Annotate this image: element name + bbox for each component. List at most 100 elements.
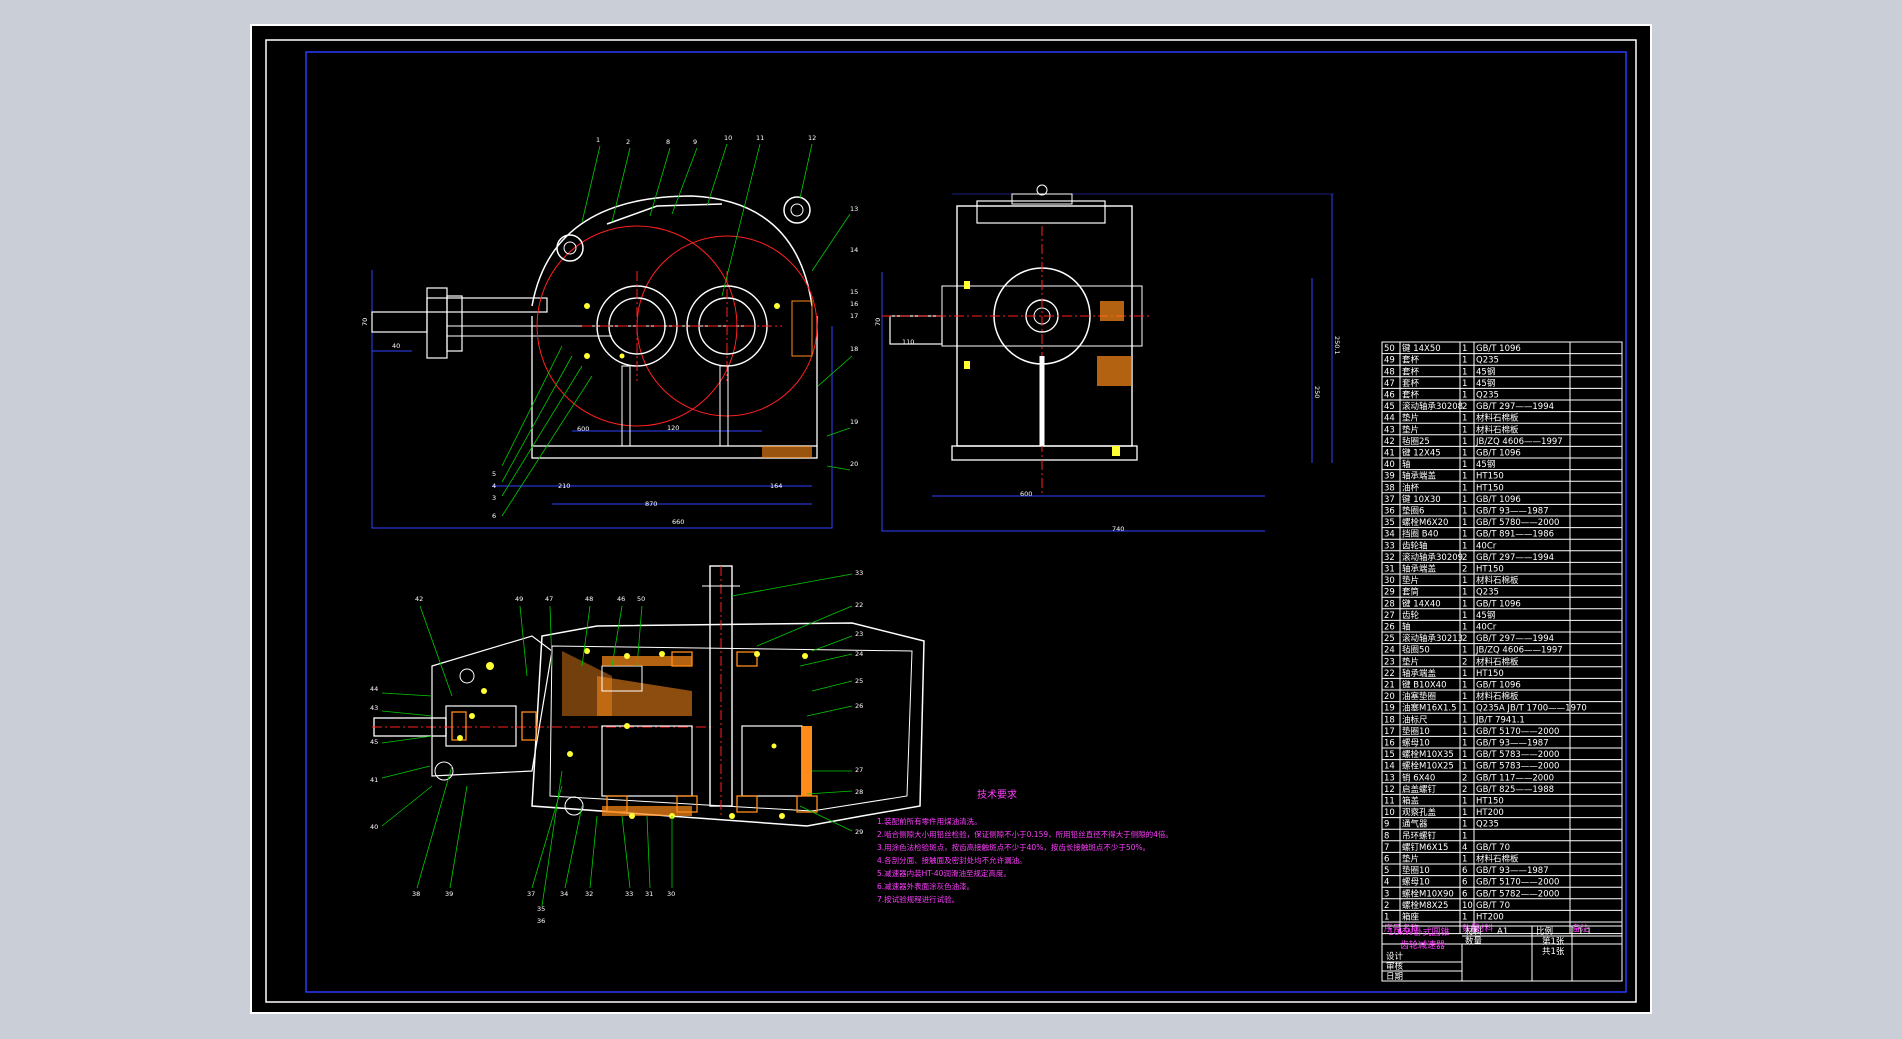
bom-cell: GB/T 5170——2000	[1476, 727, 1559, 737]
bom-cell: 1	[1462, 437, 1467, 447]
svg-text:17: 17	[850, 312, 858, 320]
svg-text:22: 22	[855, 601, 863, 609]
bom-cell: GB/T 1096	[1476, 344, 1521, 354]
svg-text:600: 600	[577, 425, 589, 433]
bom-cell: GB/T 1096	[1476, 495, 1521, 505]
bom-item-number: 5	[1384, 866, 1389, 876]
bom-cell: 40Cr	[1476, 623, 1497, 633]
bom-cell: 1	[1462, 855, 1467, 865]
bom-item-number: 4	[1384, 878, 1389, 888]
bom-item-number: 16	[1384, 739, 1395, 749]
svg-text:16: 16	[850, 300, 858, 308]
bom-item-number: 22	[1384, 669, 1395, 679]
bom-item-number: 24	[1384, 646, 1395, 656]
svg-text:9: 9	[693, 138, 697, 146]
bom-cell: 套杯	[1402, 366, 1420, 377]
bom-cell: 1	[1462, 681, 1467, 691]
bom-cell: HT150	[1476, 483, 1504, 493]
svg-text:34: 34	[560, 890, 568, 898]
bom-cell: 滚动轴承30213	[1402, 633, 1463, 644]
bom-cell: GB/T 297——1994	[1476, 553, 1554, 563]
svg-text:26: 26	[855, 702, 863, 710]
bom-cell: 滚动轴承30209	[1402, 552, 1463, 563]
svg-text:70: 70	[361, 318, 369, 326]
tech-req-line: 4.各剖分面、接触面及密封处均不允许漏油。	[877, 855, 1027, 865]
bom-item-number: 2	[1384, 901, 1389, 911]
bom-cell: 45钢	[1476, 366, 1495, 377]
bom-cell: 6	[1462, 866, 1467, 876]
bom-cell: GB/T 93——1987	[1476, 507, 1549, 517]
svg-text:47: 47	[545, 595, 553, 603]
bom-cell: 键 14X40	[1402, 598, 1441, 609]
bom-cell: 齿轮	[1402, 610, 1420, 621]
bom-cell: 1	[1462, 472, 1467, 482]
bom-cell: HT150	[1476, 669, 1504, 679]
bom-cell: GB/T 1096	[1476, 599, 1521, 609]
bom-cell: 1	[1462, 704, 1467, 714]
bom-item-number: 50	[1384, 344, 1395, 354]
bom-cell: 1	[1462, 576, 1467, 586]
bom-cell: GB/T 70	[1476, 843, 1510, 853]
svg-text:36: 36	[537, 917, 545, 925]
bom-item-number: 23	[1384, 657, 1395, 667]
bom-cell: 螺栓M8X25	[1402, 900, 1448, 911]
bom-item-number: 9	[1384, 820, 1389, 830]
bom-item-number: 27	[1384, 611, 1395, 621]
bom-cell: GB/T 1096	[1476, 449, 1521, 459]
svg-text:31: 31	[645, 890, 653, 898]
title-block: 10kW卧式圆锥 齿轮减速器 比例 1:1 材料 A1 数量 第1张 共1张 设…	[1381, 925, 1623, 982]
bom-item-number: 8	[1384, 831, 1389, 841]
svg-text:10: 10	[724, 134, 732, 142]
bom-cell: JB/ZQ 4606——1997	[1475, 646, 1563, 656]
bom-cell: 油杯	[1402, 482, 1420, 493]
svg-text:11: 11	[756, 134, 764, 142]
bom-cell: 1	[1462, 483, 1467, 493]
bom-cell: 螺栓M10X35	[1402, 749, 1454, 760]
bom-cell: 垫片	[1402, 424, 1419, 435]
bom-cell: GB/T 93——1987	[1476, 739, 1549, 749]
svg-text:19: 19	[850, 418, 858, 426]
front-view: 128 9 10 11 121314 151617 181920 543 6 70 …	[361, 134, 858, 529]
bom-cell: 销 6X40	[1402, 772, 1435, 783]
tech-req-line: 7.按试验规程进行试验。	[877, 894, 959, 904]
bom-item-number: 41	[1384, 449, 1395, 459]
bom-cell: GB/T 70	[1476, 901, 1510, 911]
bom-cell: 键 12X45	[1402, 448, 1441, 459]
bom-cell: GB/T 93——1987	[1476, 866, 1549, 876]
bom-cell: 螺栓M6X20	[1402, 517, 1448, 528]
bom-item-number: 42	[1384, 437, 1395, 447]
bom-cell: 油塞M16X1.5	[1402, 703, 1457, 714]
scale-label: 比例	[1536, 926, 1553, 937]
bom-item-number: 3	[1384, 889, 1389, 899]
svg-text:48: 48	[585, 595, 593, 603]
tech-req-title: 技术要求	[977, 788, 1017, 801]
bom-cell: GB/T 1096	[1476, 681, 1521, 691]
bom-item-number: 46	[1384, 391, 1395, 401]
top-view: 42 49 47 48 46 50 33 22 23 24 25 26 27 28 29 44 43 4…	[370, 565, 925, 925]
bom-item-number: 30	[1384, 576, 1395, 586]
bom-item-number: 45	[1384, 402, 1395, 412]
svg-text:40: 40	[370, 823, 378, 831]
svg-text:15: 15	[850, 288, 858, 296]
bom-item-number: 26	[1384, 623, 1395, 633]
bom-cell: 1	[1462, 599, 1467, 609]
bom-item-number: 14	[1384, 762, 1395, 772]
svg-text:49: 49	[515, 595, 523, 603]
bom-item-number: 37	[1384, 495, 1395, 505]
bom-cell: GB/T 297——1994	[1476, 634, 1554, 644]
svg-text:70: 70	[874, 318, 882, 326]
svg-text:250.1: 250.1	[1333, 336, 1341, 355]
bom-item-number: 47	[1384, 379, 1395, 389]
svg-text:41: 41	[370, 776, 378, 784]
svg-text:30: 30	[667, 890, 675, 898]
title-line-1: 10kW卧式圆锥	[1388, 926, 1450, 938]
svg-text:33: 33	[855, 569, 863, 577]
svg-text:38: 38	[412, 890, 420, 898]
bom-cell: 1	[1462, 797, 1467, 807]
bom-item-number: 12	[1384, 785, 1395, 795]
bom-item-number: 34	[1384, 530, 1395, 540]
bom-cell: 螺栓M10X25	[1402, 761, 1454, 772]
bom-item-number: 20	[1384, 692, 1395, 702]
svg-text:46: 46	[617, 595, 625, 603]
bom-cell: HT150	[1476, 565, 1504, 575]
